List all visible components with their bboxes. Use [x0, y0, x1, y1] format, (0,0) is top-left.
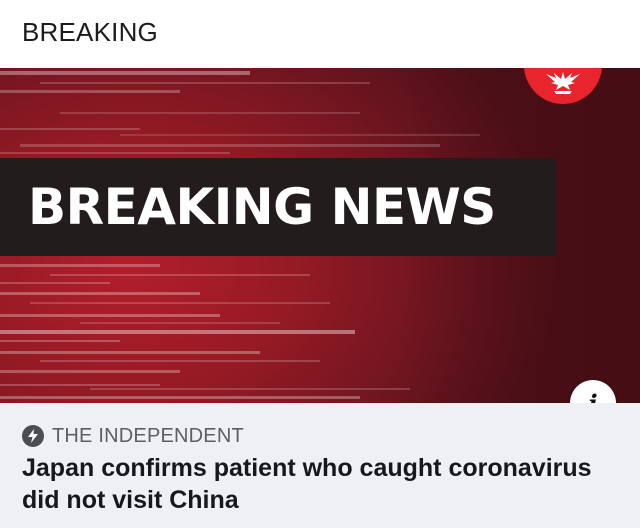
eagle-icon: [546, 72, 580, 94]
news-card[interactable]: BREAKING BREAKING NEWS THE INDEPENDENT J…: [0, 0, 640, 528]
lightning-bolt-icon: [22, 425, 44, 447]
article-title[interactable]: Japan confirms patient who caught corona…: [22, 452, 622, 516]
article-image[interactable]: BREAKING NEWS: [0, 68, 640, 403]
headline-box: BREAKING NEWS: [0, 158, 556, 256]
header-title: BREAKING: [22, 17, 158, 47]
article-footer[interactable]: THE INDEPENDENT Japan confirms patient w…: [0, 403, 640, 528]
image-headline: BREAKING NEWS: [28, 178, 496, 236]
card-header: BREAKING: [0, 0, 640, 68]
source-name: THE INDEPENDENT: [52, 424, 244, 447]
source-row[interactable]: THE INDEPENDENT: [22, 423, 244, 449]
